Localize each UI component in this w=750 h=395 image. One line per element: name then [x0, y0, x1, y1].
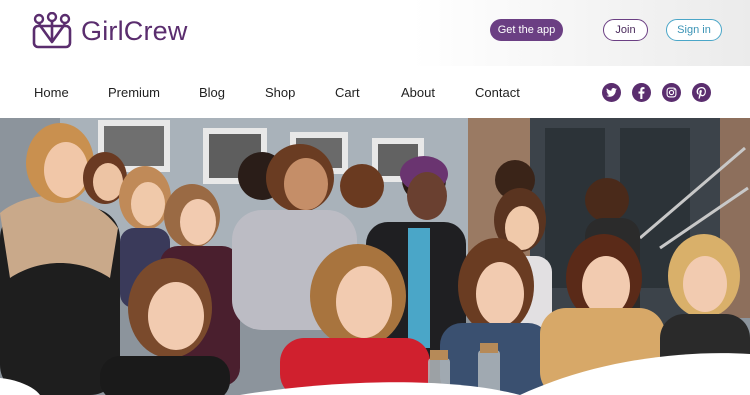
nav-premium[interactable]: Premium — [108, 85, 160, 100]
main-nav: Home Premium Blog Shop Cart About Contac… — [0, 66, 750, 118]
brand-name: GirlCrew — [81, 15, 188, 46]
nav-contact[interactable]: Contact — [475, 85, 520, 100]
get-the-app-button[interactable]: Get the app — [490, 19, 563, 41]
facebook-icon[interactable] — [632, 83, 651, 102]
logo[interactable]: GirlCrew — [32, 12, 188, 50]
nav-home[interactable]: Home — [34, 85, 69, 100]
nav-cart[interactable]: Cart — [335, 85, 360, 100]
crown-icon — [32, 12, 72, 49]
twitter-icon[interactable] — [602, 83, 621, 102]
pinterest-icon[interactable] — [692, 83, 711, 102]
sign-in-button[interactable]: Sign in — [666, 19, 722, 41]
top-header: GirlCrew Get the app Join Sign in — [0, 0, 750, 66]
nav-shop[interactable]: Shop — [265, 85, 295, 100]
nav-blog[interactable]: Blog — [199, 85, 225, 100]
hero-image — [0, 118, 750, 395]
instagram-icon[interactable] — [662, 83, 681, 102]
join-button[interactable]: Join — [603, 19, 648, 41]
nav-about[interactable]: About — [401, 85, 435, 100]
